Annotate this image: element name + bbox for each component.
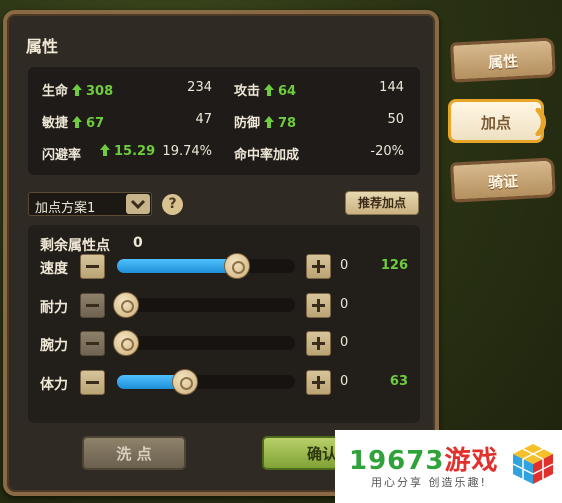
stat-total: 63 <box>389 374 408 389</box>
decrease-button[interactable] <box>80 331 105 356</box>
panel-title: 属性 <box>26 37 59 56</box>
added-points: 0 <box>340 335 349 350</box>
tab-allocate[interactable]: 加点 <box>448 99 546 143</box>
recommend-button[interactable]: 推荐加点 <box>345 191 419 215</box>
arrow-up-icon <box>72 116 83 128</box>
stat-defense-label: 防御 <box>234 116 261 131</box>
row-label: 速度 <box>40 261 68 277</box>
watermark-slogan: 用心分享 创造乐趣! <box>371 476 487 489</box>
stat-hp-label: 生命 <box>42 84 69 99</box>
increase-button[interactable] <box>306 254 331 279</box>
stat-hit-value: -20% <box>370 144 404 159</box>
stat-hp-bonus: 308 <box>86 84 114 99</box>
row-label: 体力 <box>40 377 68 393</box>
watermark-title: 19673游戏 <box>349 440 498 477</box>
chevron-right-icon <box>535 108 546 136</box>
added-points: 0 <box>340 258 349 273</box>
chevron-down-icon[interactable] <box>126 194 150 214</box>
plus-icon-v <box>317 299 320 312</box>
plan-dropdown[interactable]: 加点方案1 <box>28 192 152 216</box>
row-label: 耐力 <box>40 300 68 316</box>
minus-icon <box>86 342 99 345</box>
help-icon[interactable]: ? <box>162 194 183 215</box>
minus-icon <box>86 304 99 307</box>
stat-hp-value: 234 <box>187 80 212 95</box>
decrease-button[interactable] <box>80 254 105 279</box>
slider-knob[interactable] <box>224 253 250 279</box>
site-watermark: 19673游戏 用心分享 创造乐趣! <box>335 430 562 503</box>
row-label: 腕力 <box>40 338 68 354</box>
tab-attributes[interactable]: 属性 <box>450 37 556 83</box>
slider-fill <box>117 259 238 273</box>
tab-label: 加点 <box>480 114 511 132</box>
arrow-up-icon <box>264 116 275 128</box>
cube-logo-icon <box>512 444 554 484</box>
stat-defense-value: 50 <box>387 112 404 127</box>
stat-attack: 攻击 64 <box>234 80 296 99</box>
arrow-up-icon <box>100 144 110 156</box>
increase-button[interactable] <box>306 331 331 356</box>
stat-dodge-bonus: 15.29 <box>114 144 156 159</box>
decrease-button[interactable] <box>80 370 105 395</box>
tab-label: 骑证 <box>487 172 519 192</box>
reset-points-button[interactable]: 洗 点 <box>82 436 186 470</box>
stat-agility: 敏捷 67 <box>42 112 104 131</box>
arrow-up-icon <box>72 84 83 96</box>
stat-dodge-value: 19.74% <box>162 144 212 159</box>
stat-dodge: 闪避率 <box>42 144 81 163</box>
stat-attack-bonus: 64 <box>278 84 297 99</box>
added-points: 0 <box>340 297 349 312</box>
slider-track[interactable] <box>113 292 295 318</box>
stat-agility-bonus: 67 <box>86 116 105 131</box>
slider-knob[interactable] <box>113 330 139 356</box>
stat-total: 126 <box>380 258 408 273</box>
stat-dodge-label: 闪避率 <box>42 148 82 163</box>
watermark-number: 19673 <box>349 446 445 476</box>
added-points: 0 <box>340 374 349 389</box>
remaining-points-label: 剩余属性点 <box>40 238 110 254</box>
slider-knob[interactable] <box>172 369 198 395</box>
stat-hit-label: 命中率加成 <box>234 148 300 163</box>
tab-mount-license[interactable]: 骑证 <box>450 157 556 203</box>
slider-track[interactable] <box>117 253 295 279</box>
stat-agility-value: 47 <box>195 112 212 127</box>
minus-icon <box>86 265 99 268</box>
slider-knob[interactable] <box>113 292 139 318</box>
minus-icon <box>86 381 99 384</box>
slider-track[interactable] <box>117 369 295 395</box>
arrow-up-icon <box>264 84 275 96</box>
increase-button[interactable] <box>306 293 331 318</box>
remaining-points-value: 0 <box>133 235 143 251</box>
plus-icon-v <box>317 337 320 350</box>
watermark-name: 游戏 <box>444 446 499 476</box>
plus-icon-v <box>317 260 320 273</box>
stat-hp: 生命 308 <box>42 80 113 99</box>
stat-defense-bonus: 78 <box>278 116 297 131</box>
stat-agility-label: 敏捷 <box>42 116 69 131</box>
tab-label: 属性 <box>487 52 519 72</box>
stat-attack-value: 144 <box>379 80 404 95</box>
stat-dodge-bonus-wrap: 15.29 <box>96 144 155 159</box>
plus-icon-v <box>317 376 320 389</box>
stat-attack-label: 攻击 <box>234 84 261 99</box>
slider-track[interactable] <box>113 330 295 356</box>
decrease-button[interactable] <box>80 293 105 318</box>
plan-dropdown-value: 加点方案1 <box>35 201 96 216</box>
stat-defense: 防御 78 <box>234 112 296 131</box>
increase-button[interactable] <box>306 370 331 395</box>
